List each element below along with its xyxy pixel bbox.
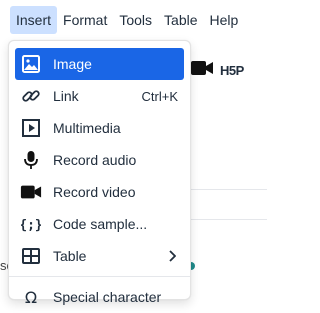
menu-item-label: Code sample... <box>53 216 148 232</box>
menu-item-label: Multimedia <box>53 120 121 136</box>
menu-item-link[interactable]: Link Ctrl+K <box>15 80 184 112</box>
menu-item-label: Link <box>53 88 79 104</box>
menu-item-label: Image <box>53 56 92 72</box>
menu-item-image[interactable]: Image <box>15 48 184 80</box>
microphone-icon <box>19 148 43 172</box>
menu-format[interactable]: Format <box>57 6 113 34</box>
video-camera-icon[interactable] <box>190 59 214 82</box>
link-icon <box>19 84 43 108</box>
menu-item-record-video[interactable]: Record video <box>15 176 184 208</box>
insert-menu: Image Link Ctrl+K Multimedia Record audi… <box>8 40 191 307</box>
menu-item-table[interactable]: Table <box>15 240 184 272</box>
menubar: Insert Format Tools Table Help <box>0 0 267 40</box>
divider <box>188 189 267 190</box>
menu-item-label: Special character <box>53 289 162 305</box>
menu-table[interactable]: Table <box>158 6 203 34</box>
svg-text:{;}: {;} <box>21 218 41 233</box>
h5p-icon[interactable]: H5P <box>220 63 244 78</box>
menu-tools[interactable]: Tools <box>113 6 158 34</box>
multimedia-icon <box>19 116 43 140</box>
menu-item-code-sample[interactable]: {;} Code sample... <box>15 208 184 240</box>
menu-item-record-audio[interactable]: Record audio <box>15 144 184 176</box>
menu-insert[interactable]: Insert <box>10 6 58 34</box>
menu-item-multimedia[interactable]: Multimedia <box>15 112 184 144</box>
divider <box>188 219 267 220</box>
table-icon <box>19 244 43 268</box>
menu-item-label: Record video <box>53 184 136 200</box>
video-camera-icon <box>19 180 43 204</box>
chevron-right-icon <box>166 250 178 262</box>
menu-item-label: Table <box>53 248 87 264</box>
menu-separator <box>9 276 190 277</box>
menu-item-special-character[interactable]: Ω Special character <box>15 281 184 313</box>
shortcut-label: Ctrl+K <box>141 88 178 104</box>
image-icon <box>19 52 43 76</box>
menu-help[interactable]: Help <box>204 6 245 34</box>
svg-text:Ω: Ω <box>25 288 37 307</box>
toolbar: H5P <box>190 58 244 82</box>
omega-icon: Ω <box>19 285 43 309</box>
menu-item-label: Record audio <box>53 152 137 168</box>
code-braces-icon: {;} <box>19 212 43 236</box>
